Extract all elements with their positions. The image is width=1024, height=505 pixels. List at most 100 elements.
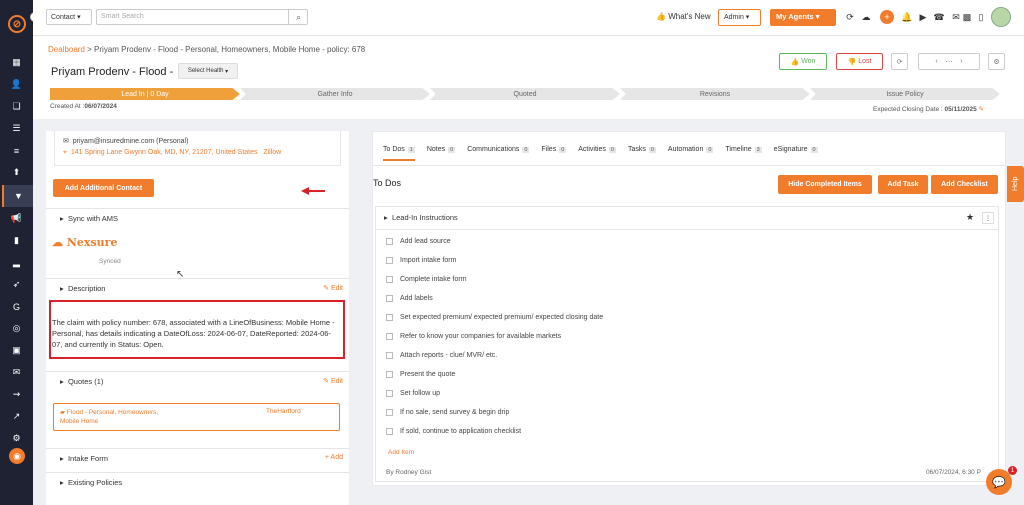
- sync-icon[interactable]: ⟳: [891, 53, 908, 70]
- checkbox[interactable]: [386, 314, 393, 321]
- tab-activities[interactable]: Activities 0: [578, 146, 616, 161]
- stage-issue-policy[interactable]: Issue Policy: [810, 88, 1000, 100]
- checklist-item[interactable]: Set follow up: [386, 390, 440, 397]
- checkbox[interactable]: [386, 428, 393, 435]
- won-button[interactable]: 👍 Won: [779, 53, 827, 70]
- stage-quoted[interactable]: Quoted: [430, 88, 620, 100]
- checklist-item[interactable]: Add labels: [386, 295, 433, 302]
- next-icon[interactable]: ›: [960, 58, 962, 65]
- quotes-section[interactable]: ▸ Quotes (1) ✎ Edit: [46, 371, 349, 390]
- upload-icon[interactable]: ⬆: [9, 165, 24, 180]
- admin-select[interactable]: Admin ▾: [718, 9, 761, 26]
- book-icon[interactable]: ▮: [9, 233, 24, 248]
- checkbox[interactable]: [386, 257, 393, 264]
- checkbox[interactable]: [386, 390, 393, 397]
- hide-completed-button[interactable]: Hide Completed Items: [778, 175, 872, 194]
- checklist-item[interactable]: Complete intake form: [386, 276, 467, 283]
- mail-icon[interactable]: ✉: [9, 365, 24, 380]
- description-section[interactable]: ▸ Description ✎ Edit: [46, 278, 349, 297]
- dashboard-icon[interactable]: ▦: [9, 55, 24, 70]
- automation-icon[interactable]: ⇝: [9, 387, 24, 402]
- existing-policies-section[interactable]: ▸ Existing Policies: [46, 472, 349, 491]
- checkbox[interactable]: [386, 409, 393, 416]
- app-logo-icon[interactable]: ⊘: [8, 15, 26, 33]
- gear-icon[interactable]: ⚙: [988, 53, 1005, 70]
- tab-notes[interactable]: Notes 0: [427, 146, 456, 161]
- checkbox[interactable]: [386, 371, 393, 378]
- google-icon[interactable]: G: [9, 299, 24, 314]
- stage-revisions[interactable]: Revisions: [620, 88, 810, 100]
- tab-communications[interactable]: Communications 0: [467, 146, 530, 161]
- checklist-item[interactable]: Refer to know your companies for availab…: [386, 333, 561, 340]
- settings-icon[interactable]: ⚙: [9, 431, 24, 446]
- calendar-icon[interactable]: ▣: [9, 343, 24, 358]
- intake-form-section[interactable]: ▸ Intake Form + Add: [46, 448, 349, 467]
- mobile-icon[interactable]: ▯: [974, 10, 988, 24]
- tab-timeline[interactable]: Timeline 3: [725, 146, 762, 161]
- contacts-icon[interactable]: 👤: [9, 77, 24, 92]
- tab-automation[interactable]: Automation 0: [668, 146, 714, 161]
- support-icon[interactable]: ◉: [9, 448, 25, 464]
- whats-new-link[interactable]: 👍 What's New: [656, 12, 711, 21]
- checklist-item[interactable]: Attach reports - clue/ MVR/ etc.: [386, 352, 497, 359]
- phone-icon[interactable]: ☎: [932, 10, 946, 24]
- bell-icon[interactable]: 🔔: [900, 10, 914, 24]
- checklist-item[interactable]: If sold, continue to application checkli…: [386, 428, 521, 435]
- avatar[interactable]: [991, 7, 1011, 27]
- tab-files[interactable]: Files 0: [541, 146, 567, 161]
- quote-card[interactable]: ▰ Flood - Personal, Homeowners, Mobile H…: [53, 403, 340, 431]
- tab-esignature[interactable]: eSignature 0: [774, 146, 818, 161]
- sync-ams-section[interactable]: ▸ Sync with AMS: [46, 208, 349, 227]
- more-icon[interactable]: ⋯: [946, 58, 953, 66]
- list-icon[interactable]: ☰: [9, 121, 24, 136]
- documents-icon[interactable]: ❏: [9, 99, 24, 114]
- megaphone-icon[interactable]: 📢: [9, 211, 24, 226]
- add-checklist-button[interactable]: Add Checklist: [931, 175, 998, 194]
- add-icon[interactable]: +: [880, 10, 894, 24]
- contact-select[interactable]: Contact ▾: [46, 9, 92, 25]
- description-edit-link[interactable]: ✎ Edit: [323, 284, 343, 292]
- tab-tasks[interactable]: Tasks 0: [628, 146, 656, 161]
- checklist-header[interactable]: ▸ Lead-In Instructions: [384, 213, 458, 222]
- checkbox[interactable]: [386, 276, 393, 283]
- checklist-item[interactable]: If no sale, send survey & begin drip: [386, 409, 509, 416]
- quotes-edit-link[interactable]: ✎ Edit: [323, 377, 343, 385]
- edit-date-icon[interactable]: ✎: [979, 106, 984, 113]
- checkbox[interactable]: [386, 295, 393, 302]
- video-icon[interactable]: ▶: [916, 10, 930, 24]
- checkbox[interactable]: [386, 238, 393, 245]
- add-task-button[interactable]: Add Task: [878, 175, 928, 194]
- checklist-item[interactable]: Present the quote: [386, 371, 455, 378]
- tab-to-dos[interactable]: To Dos 1: [383, 146, 415, 161]
- database-icon[interactable]: ◎: [9, 321, 24, 336]
- prev-icon[interactable]: ‹: [935, 58, 937, 65]
- intake-add-link[interactable]: + Add: [325, 454, 343, 461]
- pipeline-icon[interactable]: ▼: [2, 185, 33, 207]
- analytics-icon[interactable]: ↗: [9, 409, 24, 424]
- zillow-link[interactable]: Zillow: [263, 149, 281, 156]
- rocket-icon[interactable]: ➶: [9, 277, 24, 292]
- star-icon[interactable]: ★: [966, 212, 974, 223]
- search-input[interactable]: Smart Search: [96, 9, 308, 25]
- chip-icon[interactable]: ▩: [960, 10, 974, 24]
- add-item-link[interactable]: Add Item: [388, 449, 414, 456]
- add-additional-contact-button[interactable]: Add Additional Contact: [53, 179, 154, 197]
- checkbox[interactable]: [386, 352, 393, 359]
- help-tab[interactable]: Help: [1007, 166, 1024, 202]
- search-icon[interactable]: ⌕: [288, 9, 308, 25]
- checklist-item[interactable]: Set expected premium/ expected premium/ …: [386, 314, 603, 321]
- lost-button[interactable]: 👎 Lost: [836, 53, 883, 70]
- my-agents-button[interactable]: My Agents ▾: [770, 9, 836, 26]
- more-options-icon[interactable]: ⋮: [982, 212, 994, 224]
- stage-lead-in[interactable]: Lead In | 0 Day: [50, 88, 240, 100]
- refresh-icon[interactable]: ⟳: [843, 10, 857, 24]
- stage-gather-info[interactable]: Gather Info: [240, 88, 430, 100]
- notes-icon[interactable]: ≡: [9, 143, 24, 158]
- checklist-item[interactable]: Add lead source: [386, 238, 451, 245]
- checklist-item[interactable]: Import intake form: [386, 257, 456, 264]
- breadcrumb-root-link[interactable]: Dealboard: [48, 45, 85, 54]
- reports-icon[interactable]: ▂: [9, 255, 24, 270]
- health-select[interactable]: Select Health ▾: [178, 63, 238, 79]
- cloud-icon[interactable]: ☁: [859, 10, 873, 24]
- checkbox[interactable]: [386, 333, 393, 340]
